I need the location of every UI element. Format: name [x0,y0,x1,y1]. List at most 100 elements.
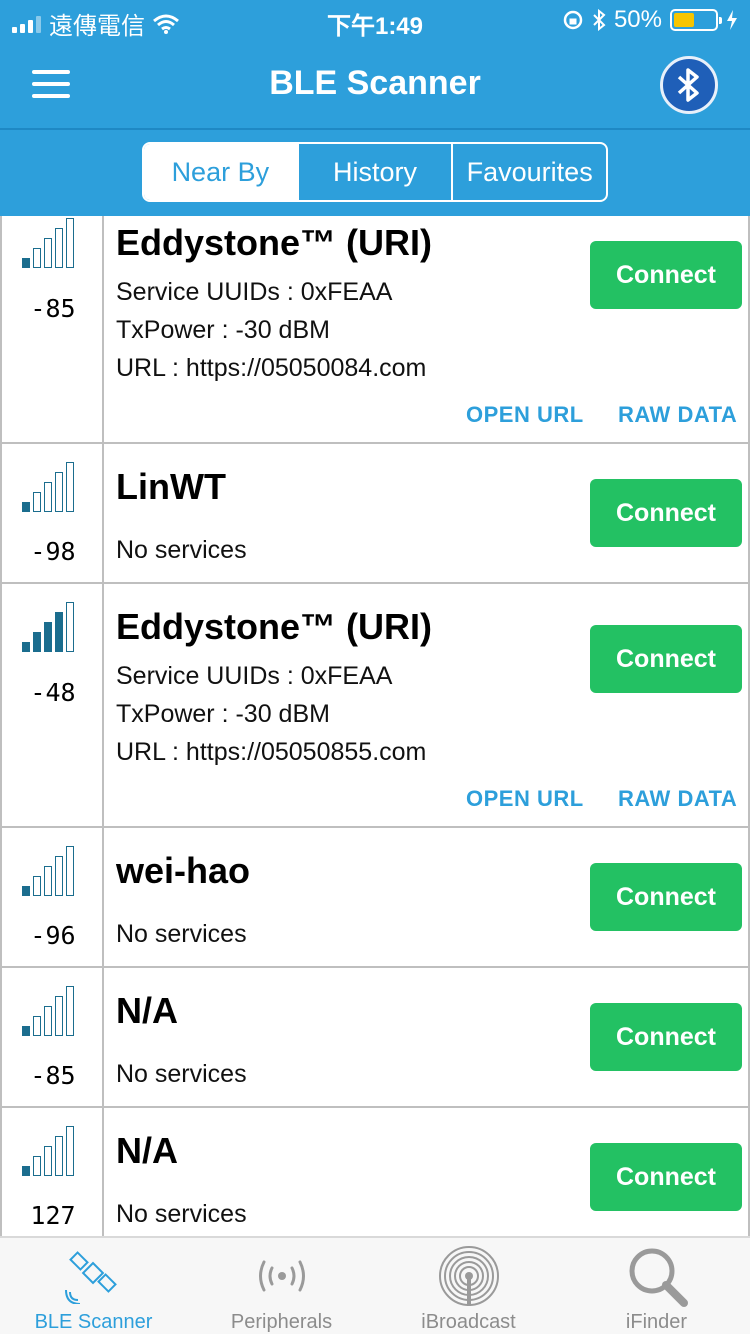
tx-power: TxPower : -30 dBM [116,700,330,728]
device-row[interactable]: -48 Eddystone™ (URI) Service UUIDs : 0xF… [0,584,750,828]
signal-bar [44,622,52,652]
signal-strength-icon [22,1126,74,1176]
signal-bar [22,1166,30,1176]
rssi-column: -96 [2,828,104,966]
tab-ifinder[interactable]: iFinder [563,1238,750,1334]
connect-button[interactable]: Connect [590,1143,742,1211]
raw-data-link[interactable]: RAW DATA [618,402,737,428]
signal-strength-icon [22,986,74,1036]
device-list[interactable]: -85 Eddystone™ (URI) Service UUIDs : 0xF… [0,216,750,1236]
tab-ble-scanner[interactable]: BLE Scanner [0,1238,187,1334]
signal-bar [66,602,74,652]
signal-bar [55,472,63,512]
signal-bar [33,492,41,512]
signal-bar [44,1006,52,1036]
services-text: No services [116,536,247,564]
tab-peripherals[interactable]: Peripherals [188,1238,375,1334]
services-text: No services [116,1200,247,1228]
rssi-column: -48 [2,584,104,826]
device-row[interactable]: -85 N/A No services Connect [0,968,750,1108]
connect-button[interactable]: Connect [590,479,742,547]
signal-bar [55,856,63,896]
services-text: No services [116,920,247,948]
battery-percent: 50% [613,6,662,33]
connect-button[interactable]: Connect [590,241,742,309]
charging-icon [727,10,737,30]
segment-favourites[interactable]: Favourites [451,144,606,200]
signal-bar [44,482,52,512]
bluetooth-status-icon [593,9,606,31]
signal-bar [33,876,41,896]
signal-bar [44,866,52,896]
tx-power: TxPower : -30 dBM [116,316,330,344]
rssi-value: -85 [30,1061,76,1090]
signal-bar [33,632,41,652]
connect-button[interactable]: Connect [590,863,742,931]
signal-bar [66,1126,74,1176]
ibroadcast-icon [438,1246,499,1306]
rssi-value: 127 [30,1201,76,1230]
url-text: URL : https://05050084.com [116,354,427,382]
tab-label: iBroadcast [421,1311,516,1333]
signal-strength-icon [22,218,74,268]
tab-label: iFinder [625,1311,688,1333]
device-name: LinWT [116,466,226,507]
rssi-value: -48 [30,678,76,707]
rotation-lock-icon [563,10,583,30]
rssi-column: -85 [2,216,104,442]
signal-bar [55,612,63,652]
connect-button[interactable]: Connect [590,1003,742,1071]
signal-bar [22,1026,30,1036]
tab-label: Peripherals [230,1311,333,1333]
signal-bar [33,1156,41,1176]
rssi-column: -85 [2,968,104,1106]
device-row[interactable]: 127 N/A No services Connect [0,1108,750,1236]
device-row[interactable]: -98 LinWT No services Connect [0,444,750,584]
signal-bar [66,218,74,268]
rssi-column: -98 [2,444,104,582]
magnifier-icon [629,1248,688,1307]
signal-bar [55,996,63,1036]
bluetooth-icon [677,68,699,102]
segment-bar: Near By History Favourites [0,130,750,216]
signal-bar [22,886,30,896]
page-title: BLE Scanner [269,64,481,102]
segment-near-by[interactable]: Near By [144,144,297,200]
rssi-value: -96 [30,921,76,950]
signal-strength-icon [22,602,74,652]
open-url-link[interactable]: OPEN URL [466,786,584,812]
rssi-value: -98 [30,537,76,566]
signal-bar [44,238,52,268]
signal-strength-icon [22,462,74,512]
device-row[interactable]: -96 wei-hao No services Connect [0,828,750,968]
signal-bar [22,258,30,268]
device-row[interactable]: -85 Eddystone™ (URI) Service UUIDs : 0xF… [0,216,750,444]
open-url-link[interactable]: OPEN URL [466,402,584,428]
device-name: wei-hao [116,850,251,891]
signal-bar [66,986,74,1036]
signal-bar [66,462,74,512]
service-uuids: Service UUIDs : 0xFEAA [116,278,393,306]
bluetooth-button[interactable] [660,56,718,114]
tab-bar: BLE Scanner Peripherals iBroadcast iFind… [0,1236,750,1334]
signal-bar [55,1136,63,1176]
services-text: No services [116,1060,247,1088]
tab-ibroadcast[interactable]: iBroadcast [375,1238,562,1334]
connect-button[interactable]: Connect [590,625,742,693]
signal-bar [33,1016,41,1036]
navigation-bar: BLE Scanner [0,40,750,128]
signal-strength-icon [22,846,74,896]
signal-bar [44,1146,52,1176]
segmented-control: Near By History Favourites [142,142,608,202]
rssi-value: -85 [30,294,76,323]
status-right: 50% [562,6,738,34]
signal-bar [22,642,30,652]
battery-icon [670,9,722,31]
signal-bar [22,502,30,512]
tab-label: BLE Scanner [34,1311,153,1333]
signal-bar [55,228,63,268]
raw-data-link[interactable]: RAW DATA [618,786,737,812]
segment-history[interactable]: History [296,144,452,200]
device-name: Eddystone™ (URI) [116,222,433,263]
satellite-icon [64,1251,117,1304]
